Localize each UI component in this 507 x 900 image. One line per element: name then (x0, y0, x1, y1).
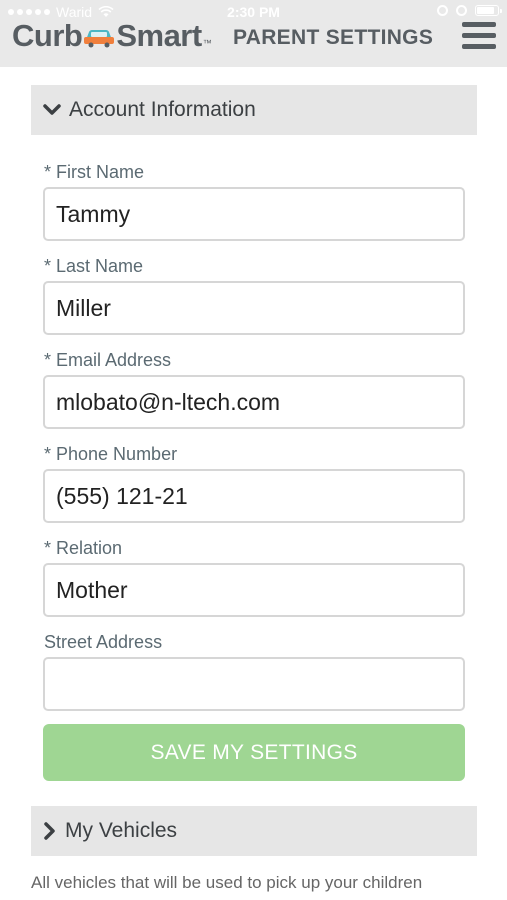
curbsmart-logo: Curb Smart ™ (12, 18, 212, 54)
vehicles-description: All vehicles that will be used to pick u… (31, 873, 423, 892)
chevron-right-icon (44, 822, 55, 840)
app-header: Warid 2:30 PM Curb Smart ™ PARENT SETTIN… (0, 0, 507, 67)
street-address-label: Street Address (44, 632, 163, 652)
chevron-down-icon (43, 104, 61, 115)
first-name-input[interactable] (43, 187, 465, 241)
status-right (437, 5, 502, 16)
first-name-label: * First Name (44, 162, 145, 182)
section-title: My Vehicles (65, 819, 178, 842)
page-title: PARENT SETTINGS (233, 26, 434, 49)
last-name-input[interactable] (43, 281, 465, 335)
hamburger-menu-icon[interactable] (462, 22, 496, 50)
relation-input[interactable] (43, 563, 465, 617)
section-title: Account Information (69, 98, 256, 121)
logo-text-curb: Curb (12, 18, 83, 53)
email-address-input[interactable] (43, 375, 465, 429)
battery-fill (477, 7, 494, 14)
email-address-label: * Email Address (44, 350, 172, 370)
phone-number-input[interactable] (43, 469, 465, 523)
battery-icon (475, 5, 502, 16)
logo-trademark: ™ (202, 38, 212, 48)
phone-number-label: * Phone Number (44, 444, 178, 464)
orientation-lock-icon (437, 5, 448, 16)
save-settings-button[interactable]: SAVE MY SETTINGS (43, 724, 465, 781)
last-name-label: * Last Name (44, 256, 144, 276)
section-header-account-information[interactable]: Account Information (31, 85, 477, 135)
logo-text-smart: Smart (116, 18, 202, 53)
alarm-icon (456, 5, 467, 16)
car-logo-icon (84, 30, 115, 48)
section-header-my-vehicles[interactable]: My Vehicles (31, 806, 477, 856)
relation-label: * Relation (44, 538, 123, 558)
street-address-input[interactable] (43, 657, 465, 711)
